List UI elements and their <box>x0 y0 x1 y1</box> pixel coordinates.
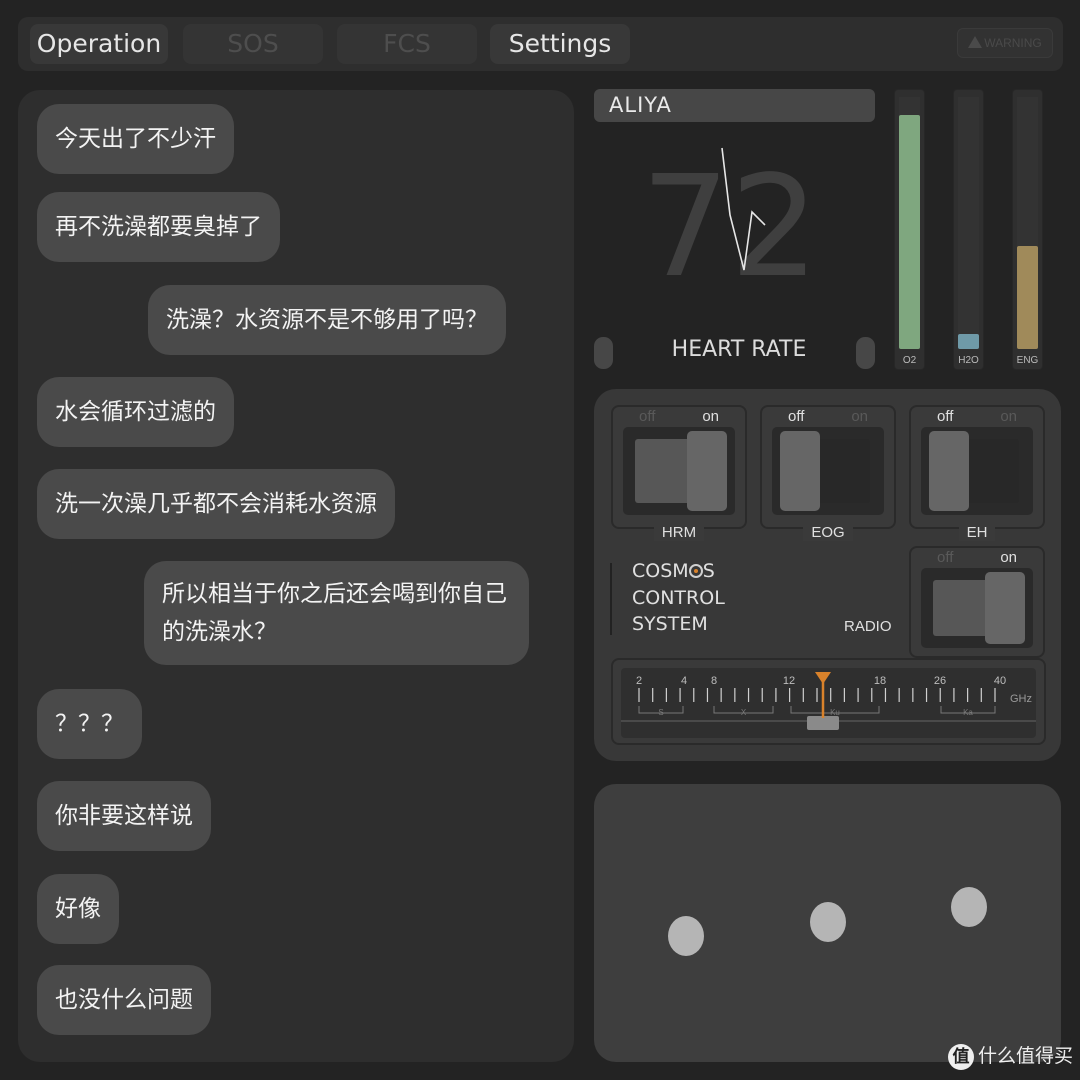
watermark-logo-icon: 值 <box>948 1043 974 1070</box>
touch-point[interactable] <box>951 887 987 927</box>
divider <box>610 563 612 635</box>
switch-on-label: on <box>851 408 868 425</box>
tuner-scale: 2 4 8 12 18 26 40 GHz S X Ku Ka <box>621 668 1036 738</box>
tuner-tick-label: 26 <box>934 675 946 687</box>
tuner-tick-label: 18 <box>874 675 886 687</box>
tuner-band-label: Ku <box>830 708 840 717</box>
system-title-line-2: CONTROL <box>632 586 725 609</box>
switch-knob[interactable] <box>985 572 1025 644</box>
chat-message: 水会循环过滤的 <box>37 377 234 447</box>
tuner-band-label: X <box>741 708 747 717</box>
switch-knob[interactable] <box>687 431 727 511</box>
switch-off-label: off <box>937 549 954 566</box>
tuner-tick-label: 40 <box>994 675 1006 687</box>
tuner-tick-label: 4 <box>681 675 687 687</box>
frequency-tuner[interactable]: 2 4 8 12 18 26 40 GHz S X Ku Ka <box>611 658 1046 745</box>
eog-switch[interactable]: off on EOG <box>760 405 896 541</box>
hrm-switch[interactable]: off on HRM <box>611 405 747 541</box>
system-title-line-3: SYSTEM <box>632 613 708 635</box>
chat-message: 也没什么问题 <box>37 965 211 1035</box>
tuner-tick-label: 12 <box>783 675 795 687</box>
switch-name: EH <box>958 524 996 541</box>
heart-rate-display: 72 <box>641 146 819 290</box>
tuner-slider-knob <box>807 716 839 730</box>
switch-off-label: off <box>937 408 954 425</box>
tab-fcs[interactable]: FCS <box>337 24 477 64</box>
chat-message: 所以相当于你之后还会喝到你自己的洗澡水？ <box>144 561 529 665</box>
radio-switch[interactable]: off on <box>909 546 1045 658</box>
tab-operation[interactable]: Operation <box>30 24 168 64</box>
tuner-band-label: Ka <box>963 708 973 717</box>
switch-off-label: off <box>639 408 656 425</box>
patient-name: ALIYA <box>594 89 875 122</box>
cosmos-o-icon <box>688 564 703 578</box>
tuner-unit: GHz <box>1010 693 1032 705</box>
warning-icon <box>968 36 983 48</box>
tab-settings[interactable]: Settings <box>490 24 630 64</box>
switch-name: HRM <box>653 524 705 541</box>
h2o-gauge: H2O <box>953 89 984 370</box>
tuner-band-label: S <box>658 708 663 717</box>
top-nav-bar: Operation SOS FCS Settings WARNING <box>18 17 1063 71</box>
touch-point[interactable] <box>810 902 846 942</box>
switch-knob[interactable] <box>929 431 969 511</box>
switch-on-label: on <box>1000 549 1017 566</box>
system-title: COSM S CONTROL SYSTEM <box>632 558 725 638</box>
o2-gauge: O2 <box>894 89 925 370</box>
switch-on-label: on <box>1000 408 1017 425</box>
tuner-tick-label: 8 <box>711 675 717 687</box>
touch-pad[interactable] <box>594 784 1061 1062</box>
touch-point[interactable] <box>668 916 704 956</box>
left-indicator <box>594 337 613 369</box>
chat-panel[interactable]: 今天出了不少汗 再不洗澡都要臭掉了 洗澡？水资源不是不够用了吗？ 水会循环过滤的… <box>18 90 574 1062</box>
chat-message: 洗澡？水资源不是不够用了吗？ <box>148 285 506 355</box>
chat-message: 好像 <box>37 874 119 944</box>
tuner-tick-label: 2 <box>636 675 642 687</box>
right-indicator <box>856 337 875 369</box>
gauge-label: H2O <box>958 355 979 366</box>
warning-label: WARNING <box>984 36 1042 50</box>
tab-sos[interactable]: SOS <box>183 24 323 64</box>
eh-switch[interactable]: off on EH <box>909 405 1045 541</box>
heart-rate-label: HEART RATE <box>671 337 807 362</box>
switch-knob[interactable] <box>780 431 820 511</box>
chat-message: ？？？ <box>37 689 142 759</box>
eng-gauge: ENG <box>1012 89 1043 370</box>
chat-message: 洗一次澡几乎都不会消耗水资源 <box>37 469 395 539</box>
switch-on-label: on <box>702 408 719 425</box>
gauge-label: O2 <box>902 355 917 366</box>
gauge-label: ENG <box>1016 355 1039 366</box>
warning-indicator: WARNING <box>957 28 1053 58</box>
radio-label: RADIO <box>844 618 892 635</box>
chat-message: 今天出了不少汗 <box>37 104 234 174</box>
system-title-line-1: COSM S <box>632 560 715 582</box>
chat-message: 再不洗澡都要臭掉了 <box>37 192 280 262</box>
watermark: 值什么值得买 <box>948 1040 1073 1074</box>
watermark-text: 什么值得买 <box>978 1046 1074 1067</box>
switch-name: EOG <box>803 524 853 541</box>
switch-off-label: off <box>788 408 805 425</box>
chat-message: 你非要这样说 <box>37 781 211 851</box>
